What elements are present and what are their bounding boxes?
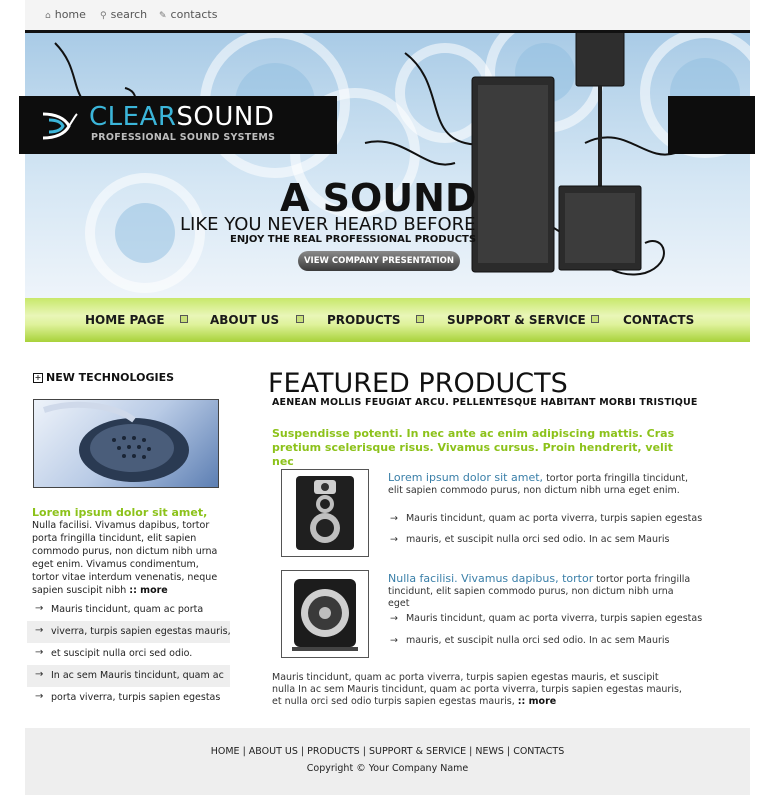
product-bullet: → Mauris tincidunt, quam ac porta viverra…: [390, 513, 702, 524]
arrow-right-icon: →: [35, 691, 44, 702]
sidebar-list-item[interactable]: → Mauris tincidunt, quam ac porta: [27, 599, 230, 621]
bullet-text: Mauris tincidunt, quam ac porta viverra,…: [405, 613, 703, 624]
sidebar-list-item[interactable]: → viverra, turpis sapien egestas mauris,: [27, 621, 231, 643]
footer: HOME | ABOUT US | PRODUCTS | SUPPORT & S…: [25, 728, 750, 795]
arrow-right-icon: →: [35, 647, 44, 658]
footer-link-about[interactable]: ABOUT US: [249, 746, 298, 757]
footer-links: HOME | ABOUT US | PRODUCTS | SUPPORT & S…: [25, 746, 750, 757]
footer-link-products[interactable]: PRODUCTS: [307, 746, 360, 757]
bottom-text-body: Mauris tincidunt, quam ac porta viverra,…: [272, 672, 682, 707]
product-title-link[interactable]: Nulla facilisi. Vivamus dapibus, tortor: [388, 572, 593, 585]
nav-contacts[interactable]: CONTACTS: [623, 313, 694, 327]
list-item-label: Mauris tincidunt, quam ac porta: [51, 604, 204, 615]
sidebar-list-item[interactable]: → porta viverra, turpis sapien egestas: [27, 687, 230, 709]
bullet-text: mauris, et suscipit nulla orci sed odio.…: [405, 635, 670, 646]
footer-separator: |: [300, 746, 305, 757]
footer-link-home[interactable]: HOME: [211, 746, 240, 757]
footer-separator: |: [362, 746, 366, 757]
footer-separator: |: [506, 746, 511, 757]
home-icon: ⌂: [45, 11, 51, 21]
main-navigation: HOME PAGE ABOUT US PRODUCTS SUPPORT & SE…: [25, 298, 750, 342]
top-link-contacts[interactable]: ✎ contacts: [159, 8, 217, 21]
arrow-right-icon: →: [390, 513, 398, 524]
speaker-icon: [296, 476, 354, 550]
product-description: Nulla facilisi. Vivamus dapibus, tortor …: [388, 573, 698, 610]
top-link-home[interactable]: ⌂ home: [45, 8, 86, 21]
product-description: Lorem ipsum dolor sit amet, tortor porta…: [388, 472, 698, 497]
bullet-text: mauris, et suscipit nulla orci sed odio.…: [405, 534, 670, 545]
bullet-text: Mauris tincidunt, quam ac porta viverra,…: [405, 513, 703, 524]
plus-box-icon: +: [33, 373, 43, 383]
nav-separator-icon: [180, 315, 188, 323]
top-link-search[interactable]: ⚲ search: [100, 8, 147, 21]
arrow-right-icon: →: [390, 635, 398, 646]
list-item-label: et suscipit nulla orci sed odio.: [51, 648, 193, 659]
nav-support-service[interactable]: SUPPORT & SERVICE: [447, 313, 586, 327]
footer-link-support[interactable]: SUPPORT & SERVICE: [369, 746, 466, 757]
product-bullet: → Mauris tincidunt, quam ac porta viverra…: [390, 613, 702, 624]
sidebar-heading: NEW TECHNOLOGIES: [46, 371, 175, 384]
nav-about-us[interactable]: ABOUT US: [210, 313, 279, 327]
sidebar-title: Lorem ipsum dolor sit amet,: [32, 506, 208, 519]
arrow-right-icon: →: [35, 603, 44, 614]
footer-link-news[interactable]: NEWS: [475, 746, 504, 757]
top-utility-bar: ⌂ home ⚲ search ✎ contacts: [25, 0, 750, 30]
logo-icon: [42, 112, 78, 140]
bottom-paragraph: Mauris tincidunt, quam ac porta viverra,…: [272, 672, 682, 708]
list-item-label: In ac sem Mauris tincidunt, quam ac: [51, 670, 224, 681]
search-icon: ⚲: [100, 11, 107, 21]
list-item-label: porta viverra, turpis sapien egestas: [51, 692, 221, 703]
product-bullet: → mauris, et suscipit nulla orci sed odio…: [390, 635, 669, 646]
list-item-label: viverra, turpis sapien egestas mauris,: [51, 626, 231, 637]
arrow-right-icon: →: [35, 625, 44, 636]
top-link-label: home: [54, 8, 86, 21]
decorative-band: [668, 96, 755, 154]
nav-home-page[interactable]: HOME PAGE: [85, 313, 165, 327]
page-subtitle: AENEAN MOLLIS FEUGIAT ARCU. PELLENTESQUE…: [272, 397, 698, 408]
footer-separator: |: [469, 746, 473, 757]
nav-products[interactable]: PRODUCTS: [327, 313, 401, 327]
sidebar-list-item[interactable]: → In ac sem Mauris tincidunt, quam ac: [27, 665, 230, 687]
sidebar-body: Nulla facilisi. Vivamus dapibus, tortor …: [32, 520, 218, 596]
hero-subline: LIKE YOU NEVER HEARD BEFORE: [180, 214, 476, 235]
brand-name-part1: CLEAR: [89, 102, 177, 132]
nav-separator-icon: [591, 315, 599, 323]
contacts-icon: ✎: [159, 11, 167, 21]
logo-band[interactable]: CLEARSOUND PROFESSIONAL SOUND SYSTEMS: [19, 96, 337, 154]
arrow-right-icon: →: [35, 669, 44, 680]
brand-subtitle: PROFESSIONAL SOUND SYSTEMS: [91, 132, 276, 143]
sidebar-more-link[interactable]: :: more: [129, 585, 167, 596]
brand-name-part2: SOUND: [176, 102, 275, 132]
footer-link-contacts[interactable]: CONTACTS: [513, 746, 564, 757]
sidebar-text: Nulla facilisi. Vivamus dapibus, tortor …: [32, 519, 222, 597]
top-link-label: contacts: [170, 8, 218, 21]
sidebar-list-item[interactable]: → et suscipit nulla orci sed odio.: [27, 643, 230, 665]
headphones-image: [33, 399, 219, 488]
nav-separator-icon: [416, 315, 424, 323]
subwoofer-icon: [292, 579, 358, 651]
footer-separator: |: [242, 746, 246, 757]
hero-tagline: ENJOY THE REAL PROFESSIONAL PRODUCTS: [230, 234, 477, 245]
arrow-right-icon: →: [390, 534, 398, 545]
copyright: Copyright © Your Company Name: [306, 763, 469, 774]
intro-text: Suspendisse potenti. In nec ante ac enim…: [272, 427, 675, 468]
product-image[interactable]: [281, 570, 369, 658]
arrow-right-icon: →: [390, 613, 398, 624]
headphones-icon: [43, 401, 189, 482]
nav-separator-icon: [296, 315, 304, 323]
product-bullet: → mauris, et suscipit nulla orci sed odio…: [390, 534, 669, 545]
page-title: FEATURED PRODUCTS: [268, 368, 568, 399]
hero-banner: A SOUND LIKE YOU NEVER HEARD BEFORE ENJO…: [25, 33, 750, 298]
top-link-label: search: [110, 8, 148, 21]
main-more-link[interactable]: :: more: [518, 696, 556, 707]
view-presentation-button[interactable]: VIEW COMPANY PRESENTATION: [298, 251, 460, 271]
product-title-link[interactable]: Lorem ipsum dolor sit amet,: [388, 471, 543, 484]
brand-name: CLEARSOUND: [89, 102, 274, 132]
product-image[interactable]: [281, 469, 369, 557]
